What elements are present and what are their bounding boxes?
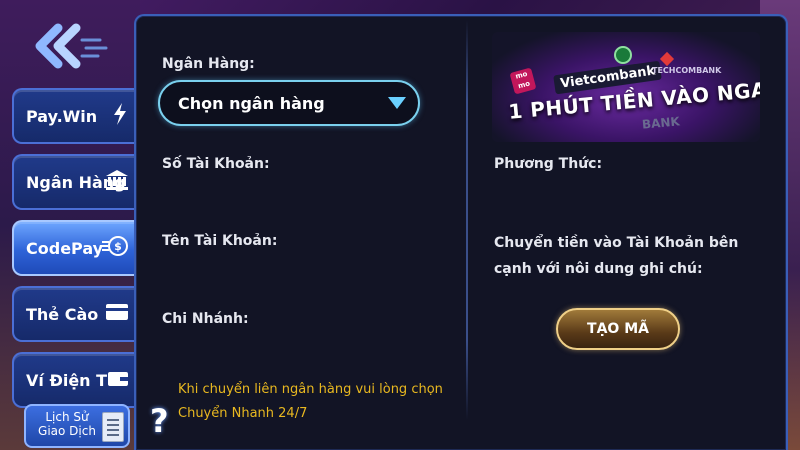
- panel-divider: [466, 20, 468, 420]
- promo-banner: mo mo Vietcombank TECHCOMBANK 1 PHÚT TIỀ…: [492, 32, 760, 142]
- card-icon: [106, 304, 128, 324]
- sidebar-item-codepay[interactable]: CodePay $: [12, 220, 136, 276]
- triangle-down-icon: [388, 97, 406, 109]
- create-code-button[interactable]: TẠO MÃ: [556, 308, 680, 350]
- sidebar-item-the-cao[interactable]: Thẻ Cào: [12, 286, 136, 342]
- sidebar-item-label: Thẻ Cào: [26, 304, 99, 324]
- transfer-warning-text: Khi chuyển liên ngân hàng vui lòng chọn …: [178, 382, 443, 421]
- banner-bank-word: BANK: [641, 114, 681, 132]
- history-label-line1: Lịch Sử: [45, 410, 89, 424]
- sidebar-item-vi-dien-tu[interactable]: Ví Điện Tử: [12, 352, 136, 408]
- sidebar-item-paywin[interactable]: Pay.Win: [12, 88, 136, 144]
- svg-text:$: $: [114, 240, 122, 253]
- back-button[interactable]: [30, 22, 110, 70]
- method-description: Chuyển tiền vào Tài Khoản bên cạnh với n…: [494, 235, 739, 277]
- sidebar-item-label: Ví Điện Tử: [26, 370, 119, 390]
- bank-select[interactable]: Chọn ngân hàng: [158, 80, 420, 126]
- double-chevron-left-icon: [35, 23, 108, 69]
- wallet-icon: [108, 370, 128, 390]
- sidebar-item-ngan-hang[interactable]: Ngân Hàng: [12, 154, 136, 210]
- coin-icon: $: [102, 235, 128, 261]
- sidebar-item-label: Pay.Win: [26, 106, 98, 126]
- bank-icon: [106, 170, 128, 194]
- sidebar-item-label: CodePay: [26, 238, 104, 258]
- techcombank-text: TECHCOMBANK: [652, 66, 722, 75]
- momo-logo: mo mo: [509, 67, 537, 95]
- method-label: Phương Thức:: [494, 156, 603, 172]
- branch-label: Chi Nhánh:: [162, 311, 249, 327]
- document-icon: [102, 412, 124, 442]
- account-name-label: Tên Tài Khoản:: [162, 233, 278, 249]
- history-label-line2: Giao Dịch: [38, 424, 96, 438]
- transaction-history-button[interactable]: Lịch Sử Giao Dịch: [24, 404, 130, 448]
- create-code-label: TẠO MÃ: [587, 321, 649, 337]
- bank-select-value: Chọn ngân hàng: [178, 93, 325, 113]
- vietcombank-logo-icon: [614, 46, 632, 64]
- account-number-label: Số Tài Khoản:: [162, 156, 270, 172]
- bank-label: Ngân Hàng:: [162, 56, 255, 72]
- lightning-icon: [112, 103, 128, 129]
- question-mark-icon[interactable]: ?: [150, 402, 169, 440]
- techcombank-logo-icon: [659, 51, 675, 67]
